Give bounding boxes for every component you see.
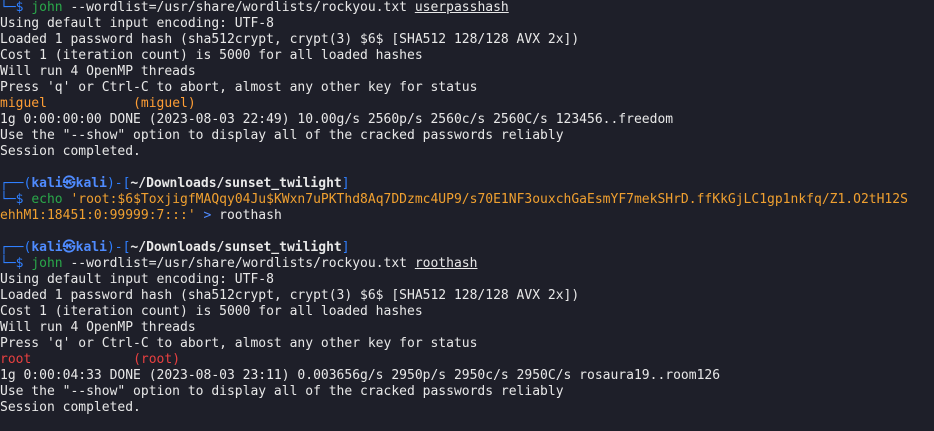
output-line: Will run 4 OpenMP threads — [0, 320, 196, 335]
echo-string-part2: ehhM1:18451:0:99999:7:::' — [0, 208, 196, 223]
cracked-user: (miguel) — [133, 96, 196, 111]
show-hint-line: Use the "--show" option to display all o… — [0, 384, 564, 399]
stats-line: 1g 0:00:00:00 DONE (2023-08-03 22:49) 10… — [0, 112, 674, 127]
prompt-user-host: kali㉿kali — [31, 176, 107, 191]
echo-string-part1: 'root:$6$ToxjigfMAQqy04Ju$KWxn7uPKThd8Aq… — [70, 192, 908, 207]
redirect-target: roothash — [219, 208, 282, 223]
prompt-command-line: └─$ echo 'root:$6$ToxjigfMAQqy04Ju$KWxn7… — [0, 192, 934, 208]
prompt-path: ~/Downloads/sunset_twilight — [130, 240, 342, 255]
prompt-head-mid: )-[ — [106, 240, 131, 255]
cracked-result-line: miguel (miguel) — [0, 96, 934, 112]
output-line: Loaded 1 password hash (sha512crypt, cry… — [0, 288, 580, 303]
command-args: --wordlist=/usr/share/wordlists/rockyou.… — [70, 0, 407, 15]
show-hint-line: Use the "--show" option to display all o… — [0, 128, 564, 143]
prompt-head-open: ┌──( — [0, 176, 32, 191]
output-line: Using default input encoding: UTF-8 — [0, 272, 274, 287]
output-line: Cost 1 (iteration count) is 5000 for all… — [0, 304, 423, 319]
command-name: echo — [31, 192, 63, 207]
cracked-password: miguel — [0, 96, 47, 111]
prompt-head-open: ┌──( — [0, 240, 32, 255]
output-line: Press 'q' or Ctrl-C to abort, almost any… — [0, 336, 478, 351]
prompt-user-host: kali㉿kali — [31, 240, 107, 255]
prompt-header-line: ┌──(kali㉿kali)-[~/Downloads/sunset_twili… — [0, 176, 934, 192]
session-line: Session completed. — [0, 144, 141, 159]
command-name: john — [31, 256, 63, 271]
terminal-window[interactable]: └─$ john --wordlist=/usr/share/wordlists… — [0, 0, 934, 431]
stats-line: 1g 0:00:04:33 DONE (2023-08-03 23:11) 0.… — [0, 368, 721, 383]
prompt-tail: └─$ — [0, 256, 24, 271]
output-line: Loaded 1 password hash (sha512crypt, cry… — [0, 32, 580, 47]
command-args: --wordlist=/usr/share/wordlists/rockyou.… — [70, 256, 407, 271]
cracked-result-line: root (root) — [0, 352, 934, 368]
output-line: Press 'q' or Ctrl-C to abort, almost any… — [0, 80, 478, 95]
redirect-operator: > — [203, 208, 212, 223]
wrapped-command-line: ehhM1:18451:0:99999:7:::' > roothash — [0, 208, 934, 224]
prompt-head-close: ] — [341, 176, 350, 191]
prompt-path: ~/Downloads/sunset_twilight — [130, 176, 342, 191]
output-line: Using default input encoding: UTF-8 — [0, 16, 274, 31]
prompt-tail: └─$ — [0, 192, 24, 207]
command-name: john — [31, 0, 63, 15]
command-file-arg[interactable]: roothash — [415, 256, 478, 271]
session-line: Session completed. — [0, 400, 141, 415]
prompt-head-close: ] — [341, 240, 350, 255]
output-line: Will run 4 OpenMP threads — [0, 64, 196, 79]
prompt-header-line: ┌──(kali㉿kali)-[~/Downloads/sunset_twili… — [0, 240, 934, 256]
prompt-command-line: └─$ john --wordlist=/usr/share/wordlists… — [0, 256, 934, 272]
output-line: Cost 1 (iteration count) is 5000 for all… — [0, 48, 423, 63]
prompt-head-mid: )-[ — [106, 176, 131, 191]
prompt-tail: └─$ — [0, 0, 24, 15]
prompt-command-line: └─$ john --wordlist=/usr/share/wordlists… — [0, 0, 934, 16]
cracked-password: root — [0, 352, 32, 367]
cracked-user: (root) — [133, 352, 181, 367]
command-file-arg[interactable]: userpasshash — [415, 0, 509, 15]
